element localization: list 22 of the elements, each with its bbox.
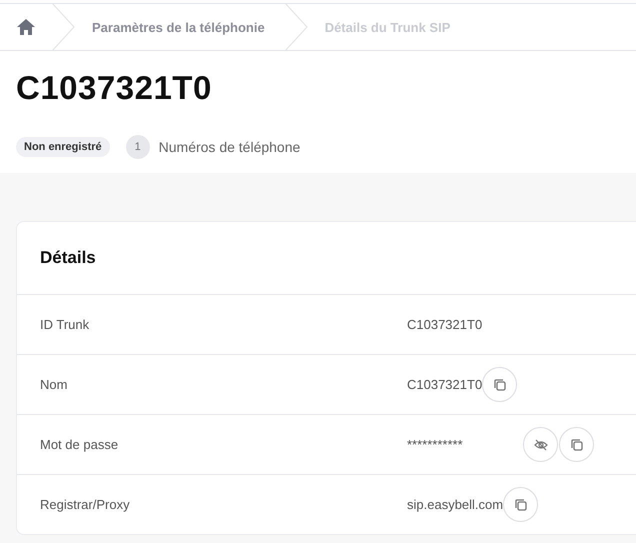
field-value: C1037321T0	[407, 377, 482, 392]
field-label: Registrar/Proxy	[39, 497, 131, 512]
field-label: Mot de passe	[39, 437, 120, 452]
breadcrumb-link[interactable]: Paramètres de la téléphonie	[76, 20, 283, 34]
status-badge: Non enregistré	[16, 137, 110, 157]
copy-icon	[492, 378, 507, 392]
count-badge: 1	[126, 135, 150, 159]
field-label: Nom	[39, 377, 68, 392]
copy-button[interactable]	[559, 427, 594, 462]
field-value: sip.easybell.com	[407, 497, 504, 512]
copy-icon	[570, 438, 584, 452]
field-value: C1037321T0	[407, 317, 482, 332]
card-title: Détails	[40, 248, 96, 268]
phone-numbers-label[interactable]: Numéros de téléphone	[158, 139, 300, 155]
field-label: ID Trunk	[39, 317, 90, 332]
field-value: ***********	[407, 437, 464, 452]
eye-slash-icon	[534, 438, 548, 452]
hide-button[interactable]	[523, 427, 558, 462]
copy-icon	[514, 498, 528, 512]
page-title: C1037321T0	[16, 69, 213, 107]
copy-button[interactable]	[503, 487, 538, 522]
copy-button[interactable]	[482, 367, 518, 402]
